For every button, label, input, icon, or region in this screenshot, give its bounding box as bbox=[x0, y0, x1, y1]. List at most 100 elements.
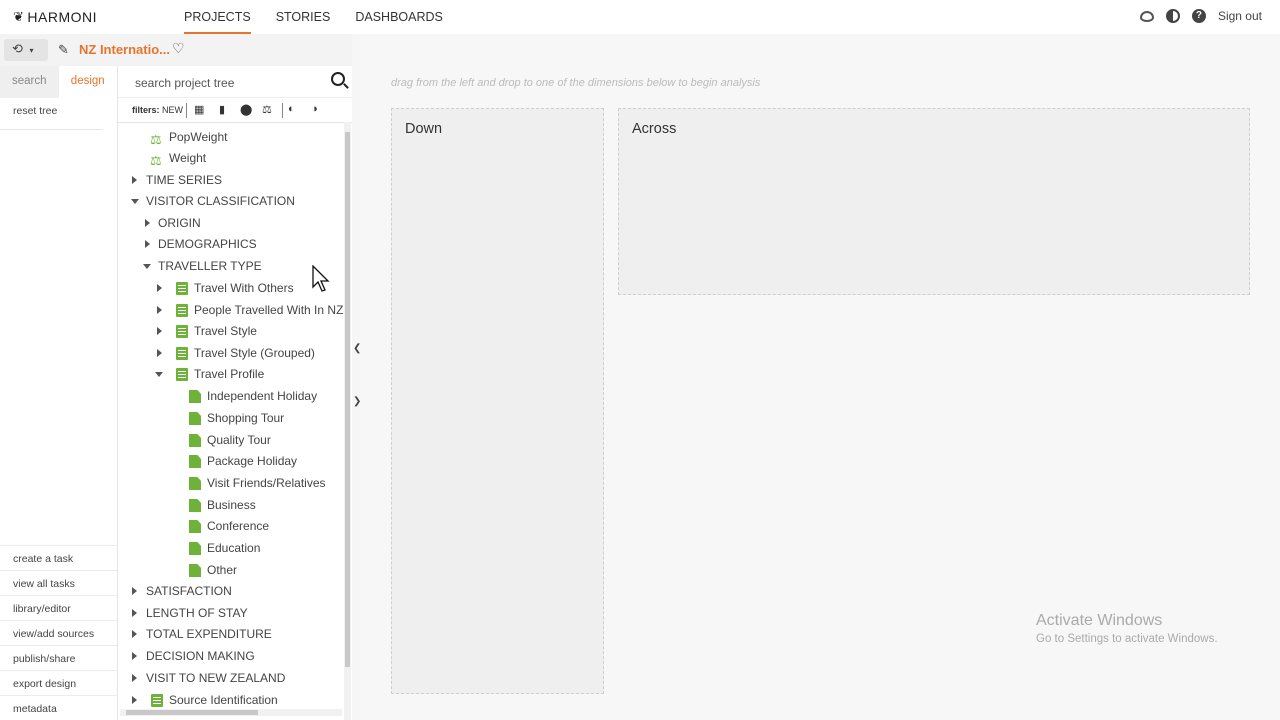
watermark-title: Activate Windows bbox=[1036, 612, 1163, 629]
project-tree: ⚖ PopWeight ⚖ Weight TIME SERIES VISITOR… bbox=[118, 123, 344, 707]
tree-item-profile-category[interactable]: Conference bbox=[189, 516, 269, 536]
weight-icon: ⚖ bbox=[150, 132, 162, 147]
across-drop-zone[interactable]: Across bbox=[618, 108, 1250, 295]
expand-arrow-icon[interactable] bbox=[132, 587, 137, 595]
expand-arrow-icon[interactable] bbox=[132, 652, 137, 660]
filter-toggle-icon[interactable]: ◐ bbox=[288, 103, 295, 115]
expand-arrow-icon[interactable] bbox=[157, 284, 162, 292]
scroll-thumb[interactable] bbox=[126, 710, 258, 715]
favorite-heart-icon[interactable]: ♡ bbox=[172, 40, 185, 57]
tab-design[interactable]: design bbox=[58, 66, 117, 98]
tree-item-popweight[interactable]: ⚖ PopWeight bbox=[150, 127, 227, 147]
tree-item-travel-style[interactable]: Travel Style bbox=[157, 321, 257, 341]
tree-search-row: search project tree bbox=[118, 66, 352, 98]
filter-grid-icon[interactable]: ▦ bbox=[194, 103, 204, 116]
scroll-thumb[interactable] bbox=[345, 132, 350, 667]
tree-item-travel-style-grouped[interactable]: Travel Style (Grouped) bbox=[157, 343, 315, 363]
collapse-arrow-icon[interactable] bbox=[131, 199, 139, 204]
variable-icon bbox=[176, 347, 188, 360]
tree-item-travel-with-others[interactable]: Travel With Others bbox=[157, 278, 294, 298]
nav-dashboards[interactable]: DASHBOARDS bbox=[355, 0, 443, 34]
tree-item-time-series[interactable]: TIME SERIES bbox=[132, 170, 222, 190]
filter-weight-icon[interactable]: ⚖ bbox=[262, 103, 272, 116]
expand-arrow-icon[interactable] bbox=[132, 696, 137, 704]
filter-location-icon[interactable]: ⬤ bbox=[240, 103, 252, 116]
tree-item-weight[interactable]: ⚖ Weight bbox=[150, 148, 206, 168]
edit-pencil-icon[interactable]: ✎ bbox=[58, 42, 69, 58]
search-icon[interactable] bbox=[331, 72, 345, 86]
category-icon bbox=[189, 499, 201, 512]
expand-arrow-icon[interactable] bbox=[145, 219, 150, 227]
collapse-arrow-icon[interactable] bbox=[155, 372, 163, 377]
library-editor-link[interactable]: library/editor bbox=[0, 595, 118, 620]
tab-search[interactable]: search bbox=[0, 66, 59, 98]
down-drop-zone[interactable]: Down bbox=[391, 108, 604, 694]
tree-item-satisfaction[interactable]: SATISFACTION bbox=[132, 581, 232, 601]
category-icon bbox=[189, 520, 201, 533]
export-design-link[interactable]: export design bbox=[0, 670, 118, 695]
tree-item-source-identification[interactable]: Source Identification bbox=[132, 690, 278, 707]
panel-splitter[interactable] bbox=[352, 34, 360, 720]
project-name[interactable]: NZ Internatio... bbox=[79, 42, 170, 57]
tree-item-visit-to-nz[interactable]: VISIT TO NEW ZEALAND bbox=[132, 668, 285, 688]
tree-item-profile-category[interactable]: Other bbox=[189, 560, 237, 580]
harmoni-logo[interactable]: ❦ HARMONI bbox=[13, 9, 97, 25]
filter-column-icon[interactable]: ▮ bbox=[219, 103, 225, 116]
expand-arrow-icon[interactable] bbox=[157, 306, 162, 314]
view-all-tasks-link[interactable]: view all tasks bbox=[0, 570, 118, 595]
expand-arrow-icon[interactable] bbox=[157, 349, 162, 357]
tree-item-travel-profile[interactable]: Travel Profile bbox=[155, 364, 264, 384]
tree-item-profile-category[interactable]: Independent Holiday bbox=[189, 386, 317, 406]
left-sidebar: search design reset tree create a task v… bbox=[0, 66, 118, 720]
tree-vertical-scrollbar[interactable] bbox=[344, 122, 351, 720]
reset-tree-link[interactable]: reset tree bbox=[0, 98, 103, 130]
expand-arrow-icon[interactable] bbox=[145, 240, 150, 248]
history-icon: ⟲ bbox=[12, 41, 23, 56]
tree-item-traveller-type[interactable]: TRAVELLER TYPE bbox=[143, 256, 262, 276]
history-button[interactable]: ⟲ ▾ bbox=[4, 39, 48, 61]
expand-arrow-icon[interactable] bbox=[132, 176, 137, 184]
tree-item-length-of-stay[interactable]: LENGTH OF STAY bbox=[132, 603, 248, 623]
tree-item-total-expenditure[interactable]: TOTAL EXPENDITURE bbox=[132, 624, 272, 644]
sign-out-link[interactable]: Sign out bbox=[1218, 9, 1262, 23]
tree-item-profile-category[interactable]: Business bbox=[189, 495, 256, 515]
tree-item-demographics[interactable]: DEMOGRAPHICS bbox=[145, 234, 257, 254]
variable-icon bbox=[176, 325, 188, 338]
nav-stories[interactable]: STORIES bbox=[276, 0, 331, 34]
tree-item-profile-category[interactable]: Package Holiday bbox=[189, 451, 297, 471]
publish-share-link[interactable]: publish/share bbox=[0, 645, 118, 670]
collapse-arrow-icon[interactable] bbox=[143, 264, 151, 269]
contrast-icon[interactable] bbox=[1165, 9, 1180, 23]
watermark-subtitle: Go to Settings to activate Windows. bbox=[1036, 633, 1218, 645]
metadata-link[interactable]: metadata bbox=[0, 695, 118, 720]
drop-hint: drag from the left and drop to one of th… bbox=[391, 77, 761, 89]
tree-item-profile-category[interactable]: Quality Tour bbox=[189, 430, 271, 450]
tree-item-visitor-classification[interactable]: VISITOR CLASSIFICATION bbox=[131, 191, 295, 211]
down-label: Down bbox=[405, 121, 443, 137]
tree-item-profile-category[interactable]: Education bbox=[189, 538, 260, 558]
view-add-sources-link[interactable]: view/add sources bbox=[0, 620, 118, 645]
variable-icon bbox=[176, 282, 188, 295]
tree-item-profile-category[interactable]: Shopping Tour bbox=[189, 408, 284, 428]
tree-item-people-travelled[interactable]: People Travelled With In NZ bbox=[157, 300, 343, 320]
filter-divider bbox=[186, 103, 187, 118]
help-icon[interactable]: ? bbox=[1191, 9, 1206, 23]
tree-item-origin[interactable]: ORIGIN bbox=[145, 213, 201, 233]
expand-arrow-icon[interactable] bbox=[132, 609, 137, 617]
category-icon bbox=[189, 542, 201, 555]
filter-new[interactable]: NEW bbox=[162, 105, 183, 115]
nav-projects[interactable]: PROJECTS bbox=[184, 0, 251, 34]
preview-eye-icon[interactable] bbox=[1139, 10, 1154, 22]
category-icon bbox=[189, 390, 201, 403]
expand-arrow-icon[interactable] bbox=[157, 327, 162, 335]
logo-mark-icon: ❦ bbox=[13, 9, 25, 24]
top-right-controls: ? Sign out bbox=[1139, 9, 1262, 23]
tree-search-input[interactable]: search project tree bbox=[135, 76, 234, 90]
create-task-link[interactable]: create a task bbox=[0, 545, 118, 570]
filter-invert-icon[interactable]: ◑ bbox=[311, 103, 318, 115]
expand-arrow-icon[interactable] bbox=[132, 630, 137, 638]
tree-horizontal-scrollbar[interactable] bbox=[120, 709, 342, 716]
tree-item-decision-making[interactable]: DECISION MAKING bbox=[132, 646, 255, 666]
tree-item-profile-category[interactable]: Visit Friends/Relatives bbox=[189, 473, 326, 493]
expand-arrow-icon[interactable] bbox=[132, 674, 137, 682]
